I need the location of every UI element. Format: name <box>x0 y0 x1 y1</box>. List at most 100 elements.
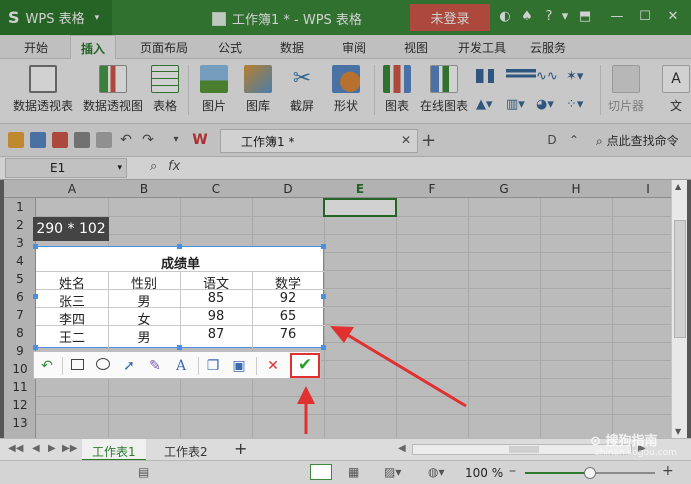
resize-handle[interactable] <box>177 345 182 350</box>
row-header[interactable]: 12 <box>4 398 36 412</box>
scroll-down-icon[interactable]: ▼ <box>675 427 681 436</box>
page-break-view-icon[interactable]: ▦ <box>348 465 359 479</box>
zoom-search-icon[interactable]: ⌕ <box>150 159 157 174</box>
resize-handle[interactable] <box>33 345 38 350</box>
save-icon[interactable] <box>30 132 46 148</box>
resize-handle[interactable] <box>33 244 38 249</box>
login-button[interactable]: 未登录 <box>410 4 490 31</box>
chevron-down-icon[interactable]: ▾ <box>556 8 574 26</box>
formula-input[interactable] <box>226 158 686 178</box>
minimize-icon[interactable]: — <box>608 8 626 26</box>
customize-icon[interactable]: ▾ <box>168 132 184 148</box>
column-header[interactable]: I <box>612 182 671 196</box>
restore-tab-icon[interactable]: ⬒ <box>576 8 594 26</box>
tab-insert[interactable]: 插入 <box>70 35 117 60</box>
last-sheet-icon[interactable]: ▶▶ <box>62 443 77 454</box>
tab-page-layout[interactable]: 页面布局 <box>140 39 188 56</box>
undo-icon[interactable]: ↶ <box>38 357 56 375</box>
row-header[interactable]: 9 <box>4 344 36 358</box>
cancel-icon[interactable]: ✕ <box>264 357 282 375</box>
export-pdf-icon[interactable] <box>52 132 68 148</box>
line-chart-icon[interactable]: ∿∿ <box>536 69 566 84</box>
column-header[interactable]: F <box>396 182 468 196</box>
row-header[interactable]: 10 <box>4 362 36 376</box>
bar-chart-icon[interactable] <box>506 69 536 83</box>
capture-selection[interactable]: 成绩单 姓名 性别 语文 数学 张三 男 85 92 李四 女 98 65 王二… <box>33 244 326 350</box>
chart-button[interactable]: 图表 <box>382 65 412 114</box>
tab-formulas[interactable]: 公式 <box>218 39 242 56</box>
resize-handle[interactable] <box>321 345 326 350</box>
zoom-in-icon[interactable]: + <box>662 463 674 479</box>
sheet-tab-1[interactable]: 工作表1 <box>82 439 146 461</box>
collapse-ribbon-icon[interactable]: ⌃ <box>566 132 582 148</box>
area-chart-icon[interactable]: ▲▾ <box>476 97 506 112</box>
tab-data[interactable]: 数据 <box>280 39 304 56</box>
save-icon[interactable]: ▣ <box>230 357 248 375</box>
confirm-button[interactable]: ✔ <box>290 353 320 378</box>
zoom-slider[interactable] <box>525 467 655 479</box>
undo-icon[interactable]: ↶ <box>118 132 134 148</box>
pivot-table-button[interactable]: 数据透视表 <box>12 65 74 114</box>
resize-handle[interactable] <box>177 244 182 249</box>
text-button[interactable]: A 文 <box>662 65 690 114</box>
scroll-left-icon[interactable]: ◀ <box>398 443 406 454</box>
text-icon[interactable]: A <box>172 357 190 375</box>
row-header[interactable]: 13 <box>4 416 36 430</box>
page-layout-view-icon[interactable]: ▨▾ <box>384 465 401 479</box>
stock-chart-icon[interactable]: ▥▾ <box>506 97 536 112</box>
gallery-button[interactable]: 图库 <box>240 65 276 114</box>
next-sheet-icon[interactable]: ▶ <box>48 443 56 454</box>
scrollbar-thumb[interactable] <box>509 446 539 453</box>
arrow-icon[interactable]: ➚ <box>120 357 138 375</box>
column-header[interactable]: B <box>108 182 180 196</box>
column-header[interactable]: C <box>180 182 252 196</box>
scroll-up-icon[interactable]: ▲ <box>675 182 681 191</box>
rectangle-icon[interactable] <box>68 357 86 375</box>
column-header[interactable]: H <box>540 182 612 196</box>
document-tab[interactable]: 工作簿1 * ✕ <box>220 129 418 153</box>
fx-icon[interactable]: fx <box>168 159 180 174</box>
table-button[interactable]: 表格 <box>150 65 180 114</box>
normal-view-icon[interactable] <box>310 464 332 480</box>
resize-handle[interactable] <box>321 244 326 249</box>
skin-icon[interactable]: ◐ <box>496 8 514 26</box>
brush-icon[interactable]: ✎ <box>146 357 164 375</box>
shirt-icon[interactable]: ♠ <box>518 8 536 26</box>
row-header[interactable]: 6 <box>4 290 36 304</box>
maximize-icon[interactable]: ☐ <box>636 8 654 26</box>
macro-icon[interactable]: ▤ <box>138 465 149 479</box>
chevron-down-icon[interactable]: ▾ <box>117 159 122 177</box>
new-tab-icon[interactable]: + <box>421 130 436 151</box>
row-header[interactable]: 4 <box>4 254 36 268</box>
selected-cell-e1[interactable] <box>323 198 397 217</box>
row-header[interactable]: 5 <box>4 272 36 286</box>
tab-developer[interactable]: 开发工具 <box>458 39 506 56</box>
redo-icon[interactable]: ↷ <box>140 132 156 148</box>
vertical-scrollbar[interactable]: ▲ ▼ <box>671 180 687 438</box>
print-preview-icon[interactable] <box>96 132 112 148</box>
slicer-button[interactable]: 切片器 <box>606 65 646 114</box>
pivot-chart-button[interactable]: 数据透视图 <box>82 65 144 114</box>
row-header[interactable]: 11 <box>4 380 36 394</box>
screenshot-button[interactable]: ✂ 截屏 <box>284 65 320 114</box>
tab-cloud[interactable]: 云服务 <box>530 39 566 56</box>
tab-view[interactable]: 视图 <box>404 39 428 56</box>
close-icon[interactable]: ✕ <box>401 133 411 147</box>
sheet-tab-2[interactable]: 工作表2 <box>154 439 218 461</box>
row-header[interactable]: 7 <box>4 308 36 322</box>
online-chart-button[interactable]: 在线图表 <box>420 65 468 114</box>
ellipse-icon[interactable] <box>94 357 112 375</box>
close-icon[interactable]: ✕ <box>664 8 682 26</box>
copy-icon[interactable]: ❐ <box>204 357 222 375</box>
column-header[interactable]: A <box>36 182 108 196</box>
radar-chart-icon[interactable]: ✶▾ <box>566 69 596 84</box>
zoom-slider-thumb[interactable] <box>584 467 596 479</box>
d-icon[interactable]: D <box>544 132 560 148</box>
app-menu-button[interactable]: S WPS 表格 ▾ <box>0 0 112 35</box>
eye-protection-icon[interactable]: ◍▾ <box>428 465 445 479</box>
resize-handle[interactable] <box>33 294 38 299</box>
name-box[interactable]: E1 ▾ <box>5 158 127 178</box>
resize-handle[interactable] <box>321 294 326 299</box>
scrollbar-thumb[interactable] <box>674 220 686 338</box>
wps-office-icon[interactable]: W <box>192 132 208 148</box>
